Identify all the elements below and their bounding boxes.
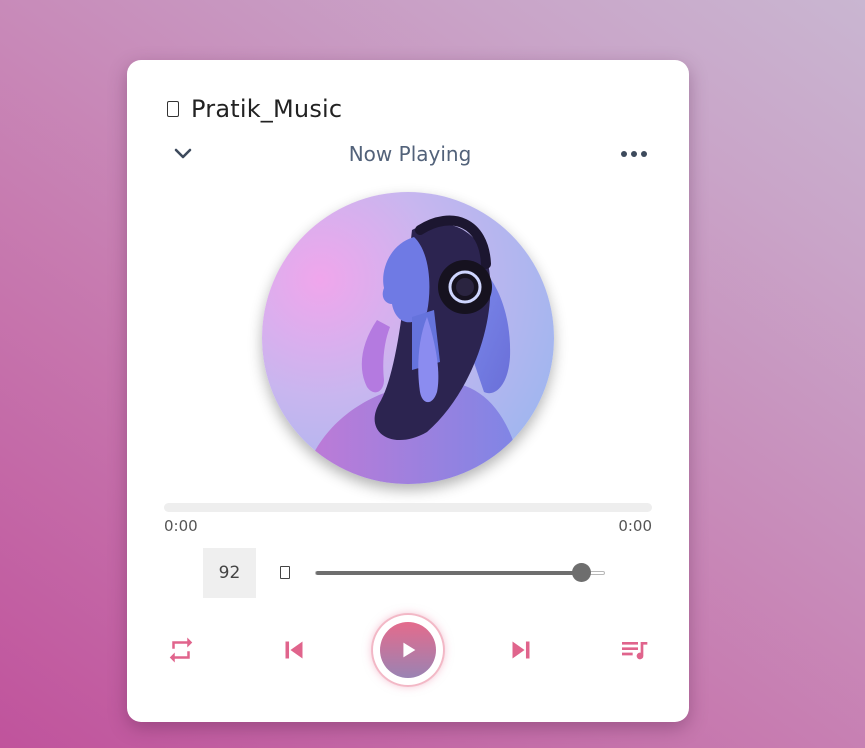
top-bar: Now Playing — [171, 140, 649, 168]
skip-previous-icon — [285, 641, 303, 659]
current-time: 0:00 — [164, 517, 198, 535]
app-title: Pratik_Music — [191, 95, 343, 123]
duration-time: 0:00 — [618, 517, 652, 535]
player-card: Pratik_Music Now Playing 0:00 0:00 92 — [127, 60, 689, 722]
playlist-icon — [622, 642, 648, 660]
skip-next-icon — [512, 641, 530, 659]
album-art — [262, 192, 554, 484]
volume-icon — [280, 566, 290, 579]
more-options-icon[interactable] — [619, 140, 649, 168]
progress-bar[interactable] — [164, 503, 652, 512]
repeat-icon — [169, 637, 193, 663]
play-button[interactable] — [373, 615, 443, 685]
volume-value: 92 — [203, 548, 256, 598]
queue-button[interactable] — [617, 630, 651, 670]
chevron-down-icon[interactable] — [171, 140, 195, 168]
volume-slider[interactable] — [315, 563, 605, 582]
previous-button[interactable] — [277, 630, 311, 670]
play-icon — [403, 642, 416, 658]
now-playing-title: Now Playing — [348, 142, 472, 166]
next-button[interactable] — [504, 630, 538, 670]
volume-fill — [316, 571, 581, 575]
repeat-button[interactable] — [165, 630, 197, 670]
volume-slider-thumb[interactable] — [571, 563, 591, 582]
play-button-inner — [380, 622, 436, 678]
brand: Pratik_Music — [167, 94, 342, 124]
music-note-icon — [167, 101, 179, 117]
